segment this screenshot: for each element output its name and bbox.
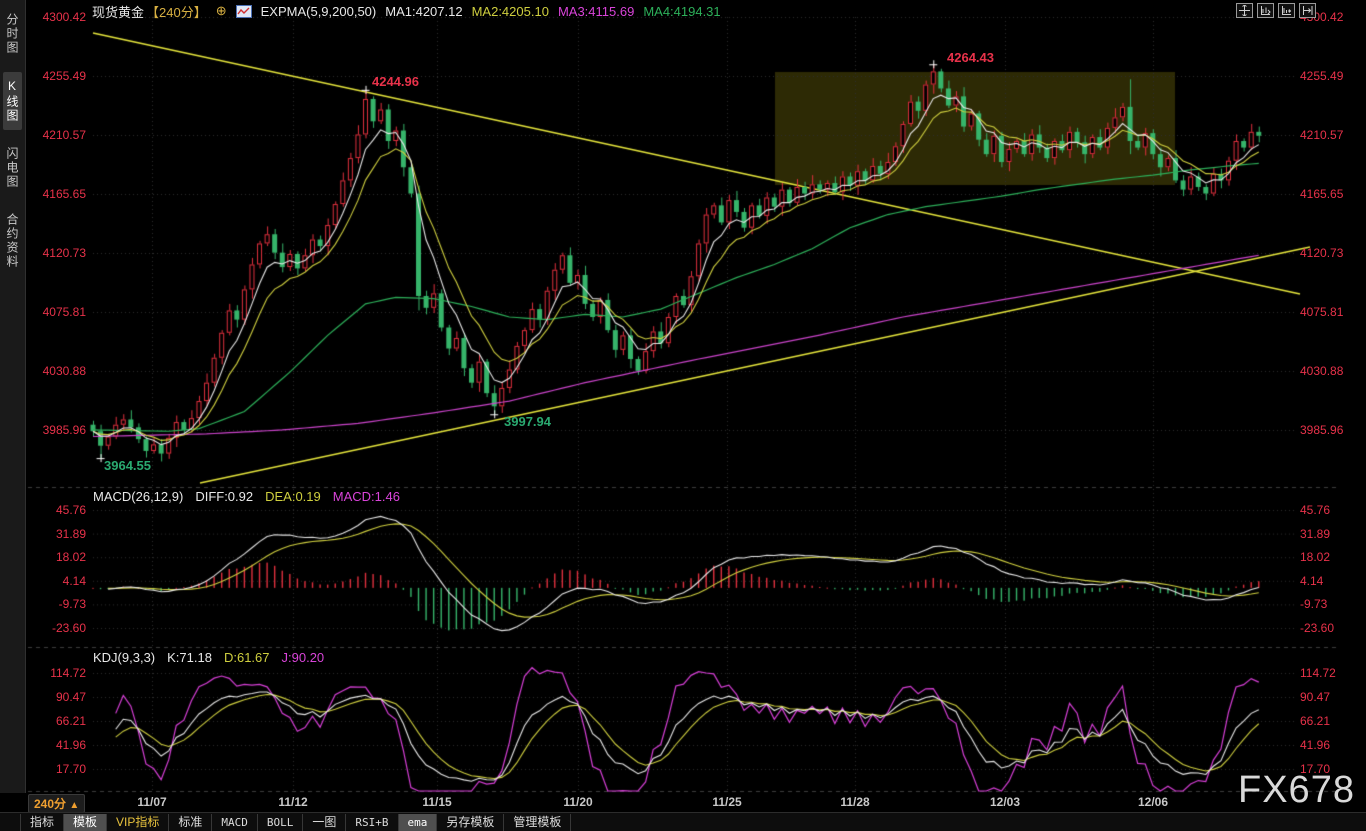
period-title: 【240分】	[146, 2, 207, 21]
toolbar-item-RSI+B[interactable]: RSI+B	[346, 814, 398, 831]
y-axis-label: 4210.57	[1300, 128, 1360, 142]
kdj-j-value: J:90.20	[282, 650, 325, 665]
y-axis-label: -9.73	[26, 597, 86, 611]
toolbar-item-标准[interactable]: 标准	[169, 814, 212, 831]
kdj-d-value: D:61.67	[224, 650, 270, 665]
y-axis-label: 4210.57	[26, 128, 86, 142]
x-axis-strip: 240分 ▲ 11/07 11/12 11/15 11/20 11/25 11/28 12/…	[0, 793, 1366, 812]
y-axis-label: 4255.49	[1300, 69, 1360, 83]
mini-chart-icon[interactable]	[236, 5, 252, 18]
y-axis-label: 4030.88	[26, 364, 86, 378]
period-selector-label: 240分	[34, 797, 66, 811]
ma3-value: MA3:4115.69	[558, 4, 634, 19]
kdj-k-value: K:71.18	[167, 650, 212, 665]
ma4-value: MA4:4194.31	[643, 4, 720, 19]
y-axis-label: -9.73	[1300, 597, 1360, 611]
y-axis-label: 41.96	[26, 738, 86, 752]
kdj-title: KDJ(9,3,3)	[93, 650, 155, 665]
price-annotation: 4244.96	[372, 74, 419, 89]
symbol-title: 现货黄金	[92, 2, 144, 21]
toolbar-item-BOLL[interactable]: BOLL	[258, 814, 304, 831]
price-annotation: 3997.94	[504, 414, 551, 429]
y-axis-label: 4.14	[26, 574, 86, 588]
toolbar-item-指标[interactable]: 指标	[20, 814, 64, 831]
x-axis-date-label: 11/15	[422, 795, 451, 809]
y-axis-label: 4075.81	[1300, 305, 1360, 319]
y-axis-label: 45.76	[1300, 503, 1360, 517]
y-axis-label: 31.89	[1300, 527, 1360, 541]
trading-app-window: 分时图 K线图闪电图合约资料 现货黄金 【240分】 ⊕ EXPMA(5,9,20…	[0, 0, 1366, 831]
y-axis-label: 4.14	[1300, 574, 1360, 588]
x-axis-date-label: 12/06	[1138, 795, 1168, 809]
y-axis-label: 4120.73	[1300, 246, 1360, 260]
chart-canvas[interactable]	[0, 0, 1366, 793]
price-annotation: 4264.43	[947, 50, 994, 65]
sidebar-tab-分时图[interactable]: 分时图	[3, 6, 22, 62]
macd-diff-value: DIFF:0.92	[195, 489, 253, 504]
macd-title: MACD(26,12,9)	[93, 489, 183, 504]
sidebar-tab-闪电图[interactable]: 闪电图	[3, 140, 22, 196]
window-icon-bar	[1236, 3, 1316, 18]
sidebar-tab-K线图[interactable]: K线图	[3, 72, 22, 130]
toolbar-item-VIP指标[interactable]: VIP指标	[107, 814, 169, 831]
ma1-value: MA1:4207.12	[385, 4, 462, 19]
pane-shift-right-icon[interactable]	[1278, 3, 1295, 18]
macd-macd-value: MACD:1.46	[333, 489, 400, 504]
toolbar-item-一图[interactable]: 一图	[303, 814, 346, 831]
y-axis-label: 41.96	[1300, 738, 1360, 752]
y-axis-label: 4255.49	[26, 69, 86, 83]
x-axis-date-label: 11/28	[840, 795, 869, 809]
y-axis-label: 45.76	[26, 503, 86, 517]
add-indicator-icon[interactable]: ⊕	[216, 3, 227, 19]
x-axis-date-label: 11/25	[712, 795, 741, 809]
y-axis-label: 3985.96	[1300, 423, 1360, 437]
y-axis-label: 90.47	[1300, 690, 1360, 704]
y-axis-label: 17.70	[26, 762, 86, 776]
sidebar-tab-合约资料[interactable]: 合约资料	[3, 206, 22, 276]
toolbar-item-模板[interactable]: 模板	[64, 814, 107, 831]
chart-header: 现货黄金 【240分】 ⊕ EXPMA(5,9,200,50) MA1:4207…	[92, 3, 721, 19]
x-axis-date-label: 11/07	[137, 795, 166, 809]
x-axis-date-label: 11/12	[278, 795, 307, 809]
toolbar-item-MACD[interactable]: MACD	[212, 814, 258, 831]
toolbar-item-管理模板[interactable]: 管理模板	[504, 814, 571, 831]
y-axis-label: 4075.81	[26, 305, 86, 319]
move-icon[interactable]	[1236, 3, 1253, 18]
y-axis-label: 66.21	[1300, 714, 1360, 728]
x-axis-date-label: 12/03	[990, 795, 1020, 809]
y-axis-label: 4120.73	[26, 246, 86, 260]
macd-panel-header: MACD(26,12,9) DIFF:0.92 DEA:0.19 MACD:1.…	[93, 489, 400, 504]
expma-label: EXPMA(5,9,200,50)	[261, 4, 377, 19]
ma2-value: MA2:4205.10	[472, 4, 549, 19]
toolbar-item-另存模板[interactable]: 另存模板	[437, 814, 504, 831]
y-axis-label: 18.02	[1300, 550, 1360, 564]
bottom-toolbar: 指标模板VIP指标标准MACDBOLL一图RSI+Bema另存模板管理模板	[0, 812, 1366, 831]
y-axis-label: 4030.88	[1300, 364, 1360, 378]
macd-dea-value: DEA:0.19	[265, 489, 321, 504]
y-axis-label: 66.21	[26, 714, 86, 728]
kdj-panel-header: KDJ(9,3,3) K:71.18 D:61.67 J:90.20	[93, 650, 324, 665]
y-axis-label: 18.02	[26, 550, 86, 564]
y-axis-label: 4165.65	[26, 187, 86, 201]
price-annotation: 3964.55	[104, 458, 151, 473]
period-arrow-icon: ▲	[69, 800, 79, 811]
watermark: FX678	[1238, 769, 1355, 812]
y-axis-label: 3985.96	[26, 423, 86, 437]
y-axis-label: 90.47	[26, 690, 86, 704]
pane-shift-left-icon[interactable]	[1257, 3, 1274, 18]
period-selector[interactable]: 240分 ▲	[28, 794, 85, 813]
toolbar-item-ema[interactable]: ema	[399, 814, 438, 831]
x-axis-date-label: 11/20	[563, 795, 592, 809]
y-axis-label: -23.60	[1300, 621, 1360, 635]
y-axis-label: 4165.65	[1300, 187, 1360, 201]
y-axis-label: 114.72	[26, 666, 86, 680]
y-axis-label: 4300.42	[26, 10, 86, 24]
left-sidebar: 分时图 K线图闪电图合约资料	[0, 0, 26, 793]
y-axis-label: 114.72	[1300, 666, 1360, 680]
y-axis-label: 31.89	[26, 527, 86, 541]
collapse-right-icon[interactable]	[1299, 3, 1316, 18]
y-axis-label: -23.60	[26, 621, 86, 635]
